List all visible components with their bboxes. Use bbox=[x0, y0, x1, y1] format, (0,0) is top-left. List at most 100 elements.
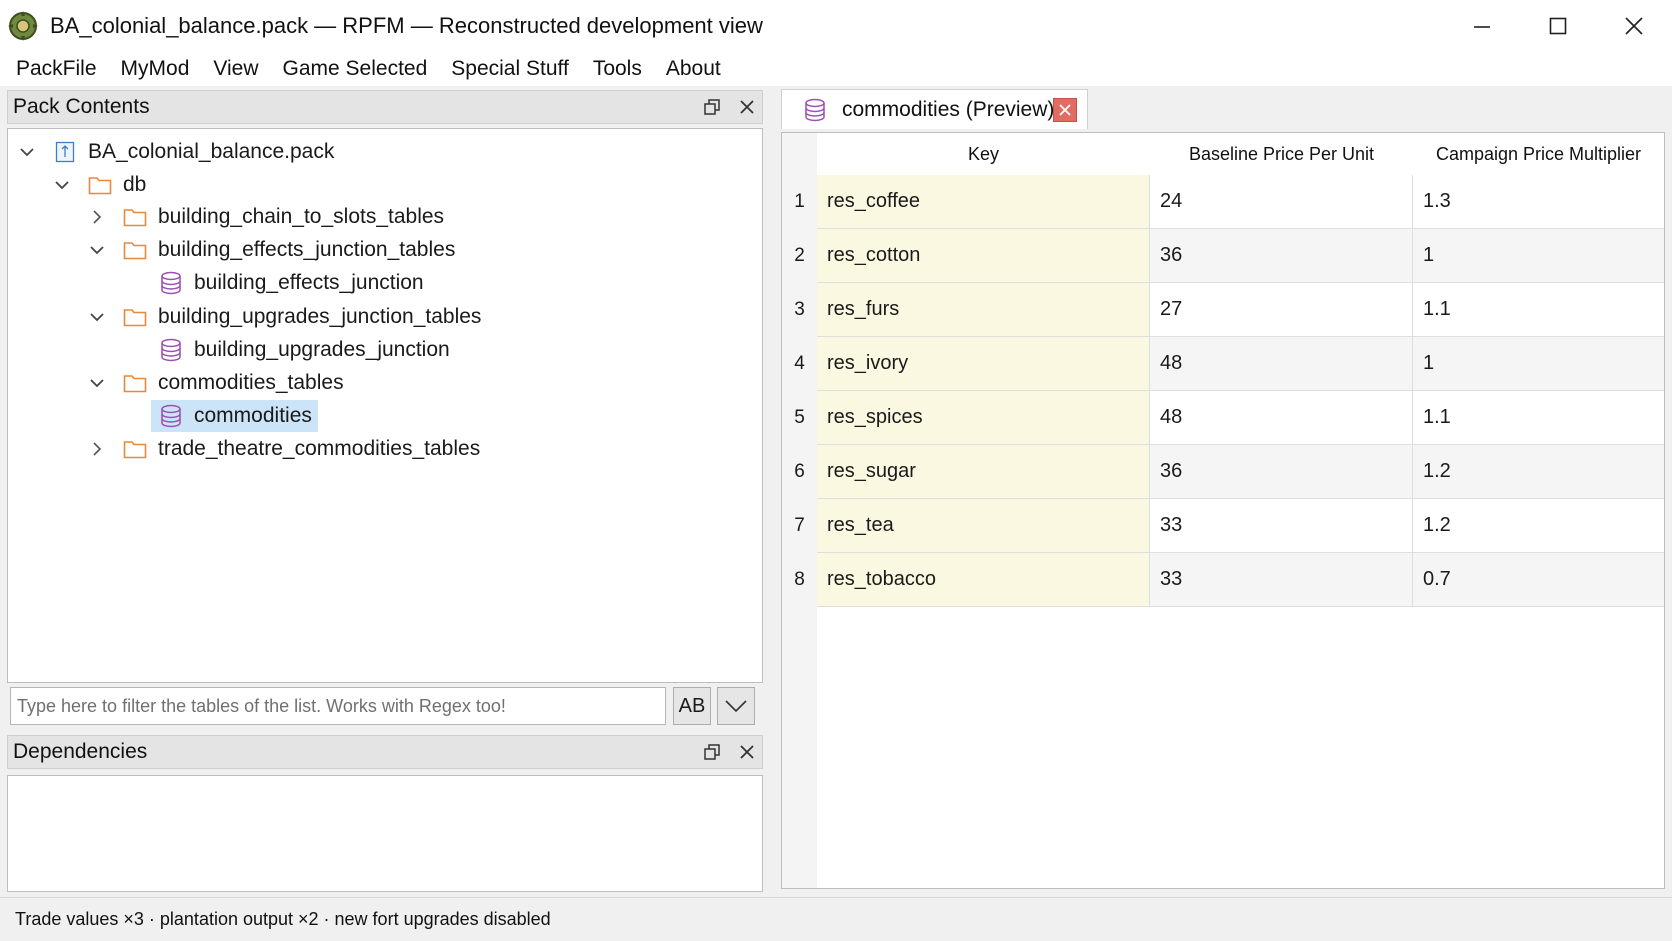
tab-close-button[interactable] bbox=[1053, 98, 1077, 122]
pack-contents-close-button[interactable] bbox=[733, 94, 761, 120]
column-header-key[interactable]: Key bbox=[817, 133, 1150, 175]
tree-item-folder[interactable]: commodities_tables bbox=[86, 366, 350, 400]
cell-baseline-price[interactable]: 27 bbox=[1150, 283, 1413, 337]
maximize-icon bbox=[1549, 17, 1567, 35]
table-row[interactable]: 3 res_furs 27 1.1 bbox=[782, 283, 1664, 337]
menu-special-stuff[interactable]: Special Stuff bbox=[439, 57, 581, 81]
case-sensitive-label: AB bbox=[678, 694, 706, 717]
table-row[interactable]: 8 res_tobacco 33 0.7 bbox=[782, 553, 1664, 607]
chevron-right-icon[interactable] bbox=[86, 206, 108, 228]
cell-baseline-price[interactable]: 33 bbox=[1150, 499, 1413, 553]
dependencies-header: Dependencies bbox=[7, 735, 763, 769]
chevron-down-icon[interactable] bbox=[16, 141, 38, 163]
pack-contents-float-button[interactable] bbox=[698, 94, 726, 120]
cell-key[interactable]: res_ivory bbox=[817, 337, 1150, 391]
folder-icon bbox=[87, 174, 113, 196]
chevron-down-icon bbox=[725, 700, 747, 713]
tree-item-folder[interactable]: building_chain_to_slots_tables bbox=[86, 200, 450, 234]
dependencies-float-button[interactable] bbox=[698, 739, 726, 765]
database-table-icon bbox=[802, 97, 828, 123]
filter-options-button[interactable] bbox=[717, 687, 755, 725]
minimize-button[interactable] bbox=[1444, 0, 1520, 52]
table-row[interactable]: 4 res_ivory 48 1 bbox=[782, 337, 1664, 391]
menu-game-selected[interactable]: Game Selected bbox=[271, 57, 440, 81]
cell-key[interactable]: res_furs bbox=[817, 283, 1150, 337]
cell-campaign-multiplier[interactable]: 1.2 bbox=[1413, 445, 1664, 499]
tree-item-label: building_upgrades_junction_tables bbox=[158, 305, 482, 328]
dependencies-pane bbox=[7, 775, 763, 892]
pack-file-icon bbox=[52, 141, 78, 163]
cell-baseline-price[interactable]: 36 bbox=[1150, 229, 1413, 283]
cell-baseline-price[interactable]: 36 bbox=[1150, 445, 1413, 499]
row-number: 8 bbox=[782, 553, 817, 607]
tree-item-label: commodities bbox=[194, 404, 312, 427]
menu-view[interactable]: View bbox=[201, 57, 270, 81]
chevron-down-icon[interactable] bbox=[86, 372, 108, 394]
tree-item-table[interactable]: building_effects_junction bbox=[158, 266, 430, 300]
cell-key[interactable]: res_sugar bbox=[817, 445, 1150, 499]
cell-campaign-multiplier[interactable]: 1 bbox=[1413, 229, 1664, 283]
chevron-down-icon[interactable] bbox=[51, 174, 73, 196]
cell-baseline-price[interactable]: 48 bbox=[1150, 337, 1413, 391]
cell-key[interactable]: res_tobacco bbox=[817, 553, 1150, 607]
row-number: 4 bbox=[782, 337, 817, 391]
tree-filter-input[interactable] bbox=[10, 687, 666, 725]
tree-item-folder[interactable]: trade_theatre_commodities_tables bbox=[86, 432, 486, 466]
tree-item-label: building_effects_junction bbox=[194, 271, 424, 294]
cell-campaign-multiplier[interactable]: 0.7 bbox=[1413, 553, 1664, 607]
folder-icon bbox=[122, 372, 148, 394]
tree-item-label: db bbox=[123, 173, 147, 196]
cell-baseline-price[interactable]: 24 bbox=[1150, 175, 1413, 229]
status-bar: Trade values ×3 · plantation output ×2 ·… bbox=[0, 897, 1672, 941]
cell-baseline-price[interactable]: 48 bbox=[1150, 391, 1413, 445]
cell-key[interactable]: res_coffee bbox=[817, 175, 1150, 229]
cell-key[interactable]: res_spices bbox=[817, 391, 1150, 445]
cell-campaign-multiplier[interactable]: 1 bbox=[1413, 337, 1664, 391]
table-row[interactable]: 2 res_cotton 36 1 bbox=[782, 229, 1664, 283]
tree-filter-bar: AB bbox=[7, 683, 763, 729]
row-number: 5 bbox=[782, 391, 817, 445]
close-icon bbox=[1625, 17, 1643, 35]
column-header-campaign-multiplier[interactable]: Campaign Price Multiplier bbox=[1413, 133, 1664, 175]
cell-key[interactable]: res_tea bbox=[817, 499, 1150, 553]
tab-commodities[interactable]: commodities (Preview) bbox=[781, 89, 1088, 129]
chevron-right-icon[interactable] bbox=[86, 438, 108, 460]
tree-item-folder[interactable]: building_effects_junction_tables bbox=[86, 233, 461, 267]
rpfm-app-icon bbox=[8, 11, 38, 41]
float-icon bbox=[704, 99, 720, 115]
commodities-table: Key Baseline Price Per Unit Campaign Pri… bbox=[781, 132, 1665, 889]
cell-campaign-multiplier[interactable]: 1.1 bbox=[1413, 391, 1664, 445]
dependencies-title: Dependencies bbox=[13, 740, 148, 763]
menu-packfile[interactable]: PackFile bbox=[4, 57, 109, 81]
table-row[interactable]: 7 res_tea 33 1.2 bbox=[782, 499, 1664, 553]
table-row[interactable]: 5 res_spices 48 1.1 bbox=[782, 391, 1664, 445]
case-sensitive-toggle[interactable]: AB bbox=[673, 687, 711, 725]
cell-campaign-multiplier[interactable]: 1.3 bbox=[1413, 175, 1664, 229]
tree-item-label: trade_theatre_commodities_tables bbox=[158, 437, 481, 460]
cell-campaign-multiplier[interactable]: 1.2 bbox=[1413, 499, 1664, 553]
cell-key[interactable]: res_cotton bbox=[817, 229, 1150, 283]
cell-campaign-multiplier[interactable]: 1.1 bbox=[1413, 283, 1664, 337]
close-window-button[interactable] bbox=[1596, 0, 1672, 52]
tree-item-table-selected[interactable]: commodities bbox=[151, 399, 318, 433]
tree-item-db[interactable]: db bbox=[51, 168, 152, 202]
tree-item-folder[interactable]: building_upgrades_junction_tables bbox=[86, 300, 487, 334]
maximize-button[interactable] bbox=[1520, 0, 1596, 52]
menu-mymod[interactable]: MyMod bbox=[109, 57, 202, 81]
table-row[interactable]: 1 res_coffee 24 1.3 bbox=[782, 175, 1664, 229]
database-table-icon bbox=[158, 271, 184, 295]
tree-item-label: building_chain_to_slots_tables bbox=[158, 205, 445, 228]
menu-about[interactable]: About bbox=[654, 57, 733, 81]
database-table-icon bbox=[158, 404, 184, 428]
column-header-baseline-price[interactable]: Baseline Price Per Unit bbox=[1150, 133, 1413, 175]
pack-contents-header: Pack Contents bbox=[7, 90, 763, 124]
dependencies-close-button[interactable] bbox=[733, 739, 761, 765]
tree-item-pack[interactable]: BA_colonial_balance.pack bbox=[16, 135, 340, 169]
chevron-down-icon[interactable] bbox=[86, 306, 108, 328]
pack-contents-title: Pack Contents bbox=[13, 95, 150, 118]
cell-baseline-price[interactable]: 33 bbox=[1150, 553, 1413, 607]
menu-tools[interactable]: Tools bbox=[581, 57, 654, 81]
table-row[interactable]: 6 res_sugar 36 1.2 bbox=[782, 445, 1664, 499]
tree-item-table[interactable]: building_upgrades_junction bbox=[158, 333, 456, 367]
chevron-down-icon[interactable] bbox=[86, 239, 108, 261]
